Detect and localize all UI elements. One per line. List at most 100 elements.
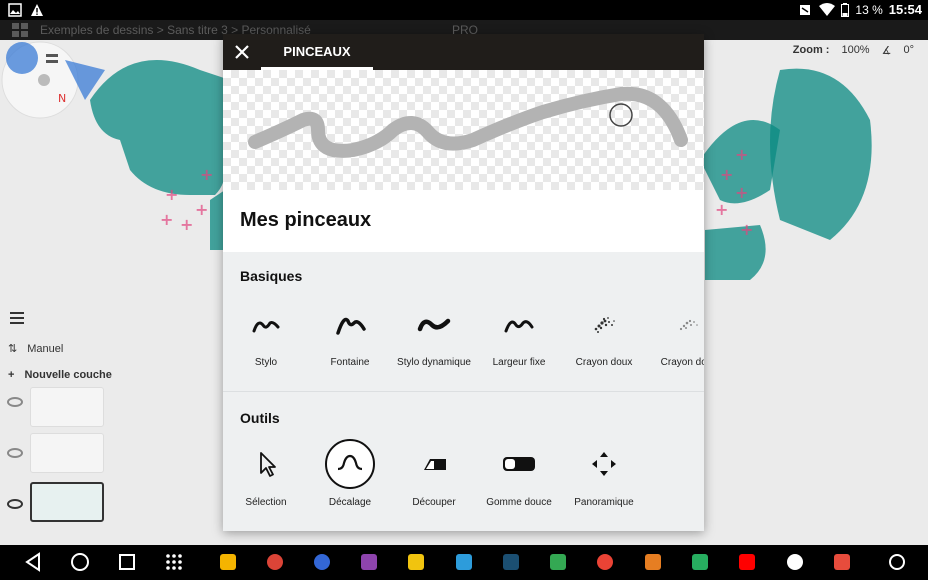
warning-icon <box>31 4 43 16</box>
tool-label: Gomme douce <box>486 497 552 508</box>
app-colors-icon[interactable] <box>597 554 613 570</box>
app-sketch-icon[interactable] <box>503 554 519 570</box>
pan-arrows-icon <box>592 452 616 476</box>
brush-label: Crayon doux <box>575 357 633 368</box>
plus-icon: + <box>8 369 15 381</box>
brushes-dialog: PINCEAUX Mes pinceaux Basiques Stylo Fon… <box>223 34 704 531</box>
back-icon[interactable] <box>24 552 42 572</box>
svg-text:+: + <box>180 215 193 234</box>
app-chip-icon[interactable] <box>408 554 424 570</box>
sort-icon: ⇅ <box>8 343 18 355</box>
fountain-stroke-icon <box>336 317 366 335</box>
svg-text:+: + <box>720 165 733 184</box>
tool-panoramique[interactable]: Panoramique <box>558 439 650 508</box>
layers-panel: ⇅ Manuel + Nouvelle couche <box>0 305 222 545</box>
app-c-icon[interactable] <box>834 554 850 570</box>
dynamic-pen-stroke-icon <box>417 318 451 332</box>
svg-text:+: + <box>735 183 748 202</box>
grid-menu-icon[interactable] <box>12 23 28 37</box>
app-play-store-icon[interactable] <box>550 554 566 570</box>
soft-pencil-icon <box>679 319 698 331</box>
battery-icon <box>841 2 850 17</box>
brush-preview-stroke <box>248 86 688 158</box>
zoom-value: 100% <box>841 44 870 56</box>
app-chrome-icon[interactable] <box>267 554 283 570</box>
dialog-header: PINCEAUX <box>223 34 704 70</box>
new-layer-button[interactable]: + Nouvelle couche <box>8 369 112 381</box>
svg-text:+: + <box>735 145 748 164</box>
section-divider <box>223 391 704 392</box>
brush-label: Crayon doux <box>660 357 704 368</box>
tools-section-title: Outils <box>240 410 280 426</box>
brush-fixed-width[interactable]: Largeur fixe <box>473 299 565 368</box>
brush-soft-pencil[interactable]: Crayon doux <box>558 299 650 368</box>
app-tasks-icon[interactable] <box>314 554 330 570</box>
stylo-stroke-icon <box>252 321 280 333</box>
app-mail-icon[interactable] <box>645 554 661 570</box>
app-speed-icon[interactable] <box>889 554 905 570</box>
tool-soft-eraser[interactable]: Gomme douce <box>473 439 565 508</box>
svg-text:+: + <box>195 200 208 219</box>
svg-text:+: + <box>160 210 173 229</box>
battery-level: 13 % <box>855 2 883 17</box>
status-bar: 13 % 15:54 <box>0 0 928 20</box>
brush-soft-pencil-2[interactable]: Crayon doux <box>643 299 704 368</box>
soft-eraser-icon <box>503 457 535 471</box>
visibility-eye-icon[interactable] <box>7 397 23 407</box>
app-store-icon[interactable] <box>456 554 472 570</box>
app-share-icon[interactable] <box>692 554 708 570</box>
zoom-indicator: Zoom : 100% ∡ 0° <box>793 44 914 57</box>
app-lightbulb-icon[interactable] <box>220 554 236 570</box>
visibility-eye-icon[interactable] <box>7 499 23 509</box>
svg-text:+: + <box>715 200 728 219</box>
svg-text:+: + <box>200 165 213 184</box>
layer-thumbnail[interactable] <box>30 433 104 473</box>
color-palette[interactable]: N <box>0 40 110 140</box>
app-voice-icon[interactable] <box>787 554 803 570</box>
layers-icon[interactable] <box>10 312 24 324</box>
fixed-width-stroke-icon <box>504 320 534 333</box>
tool-label: Découper <box>412 497 456 508</box>
palette-wheel[interactable]: N <box>0 40 110 140</box>
cut-eraser-icon <box>424 459 446 470</box>
rotation-value: 0° <box>903 44 914 56</box>
visibility-eye-icon[interactable] <box>7 448 23 458</box>
home-icon[interactable] <box>70 552 90 572</box>
soft-pencil-icon <box>594 317 615 333</box>
brush-fontaine[interactable]: Fontaine <box>304 299 396 368</box>
app-drawer-icon[interactable] <box>165 552 183 572</box>
tool-decalage[interactable]: Décalage <box>304 439 396 508</box>
svg-text:N: N <box>58 92 66 105</box>
clock: 15:54 <box>888 2 922 17</box>
tool-label: Panoramique <box>574 497 634 508</box>
basic-section-title: Basiques <box>240 268 303 284</box>
brush-label: Stylo dynamique <box>397 357 471 368</box>
recents-icon[interactable] <box>118 552 136 572</box>
close-icon[interactable] <box>233 43 251 61</box>
wifi-icon <box>819 3 836 16</box>
tab-pinceaux[interactable]: PINCEAUX <box>261 34 373 70</box>
brush-dynamic-pen[interactable]: Stylo dynamique <box>388 299 480 368</box>
brush-label: Stylo <box>254 357 278 368</box>
brush-preview <box>223 70 704 190</box>
layer-thumbnail-active[interactable] <box>30 482 104 522</box>
layer-thumbnail[interactable] <box>30 387 104 427</box>
sync-icon <box>800 4 811 15</box>
brush-stylo[interactable]: Stylo <box>223 299 312 368</box>
tool-decouper[interactable]: Découper <box>388 439 480 508</box>
brush-label: Fontaine <box>330 357 370 368</box>
image-notification-icon <box>8 3 22 17</box>
layer-mode-row[interactable]: ⇅ Manuel <box>8 342 63 356</box>
my-brushes-title: Mes pinceaux <box>240 209 372 231</box>
svg-text:+: + <box>165 185 178 204</box>
app-settings-icon[interactable] <box>361 554 377 570</box>
brush-label: Largeur fixe <box>492 357 546 368</box>
tool-label: Décalage <box>328 497 372 508</box>
my-brushes-section: Mes pinceaux <box>223 190 704 252</box>
android-nav-bar <box>0 545 928 580</box>
app-youtube-icon[interactable] <box>739 554 755 570</box>
svg-text:+: + <box>740 220 753 239</box>
rotation-icon: ∡ <box>881 45 892 57</box>
tool-selection[interactable]: Sélection <box>223 439 312 508</box>
offset-wave-icon <box>325 439 375 489</box>
